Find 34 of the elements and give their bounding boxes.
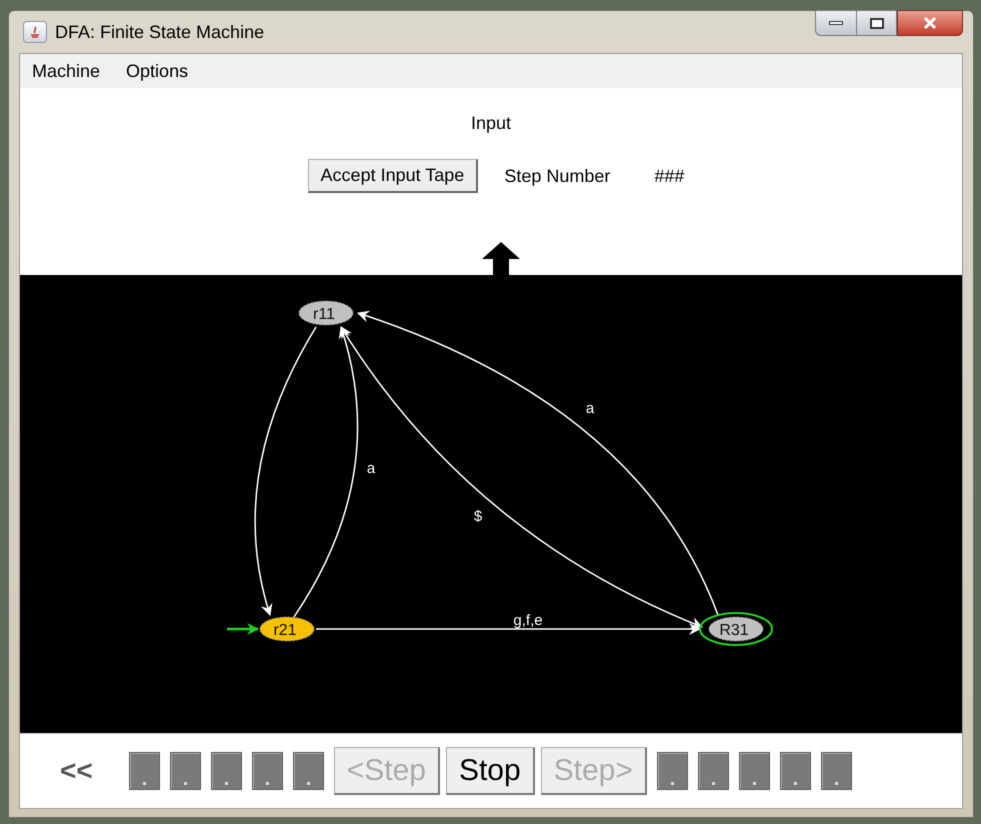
state-label: r11 xyxy=(313,306,335,323)
tape-cell xyxy=(128,752,160,790)
tape-cell xyxy=(738,752,770,790)
window-title: DFA: Finite State Machine xyxy=(55,20,264,44)
transition-label: a xyxy=(366,460,376,477)
step-number-label: Step Number xyxy=(504,164,610,188)
state-label: R31 xyxy=(719,622,749,639)
transition-label: $ xyxy=(474,508,482,525)
close-icon xyxy=(922,16,938,30)
transition-label: g,f,e xyxy=(513,612,543,629)
tape-cell xyxy=(780,752,811,790)
menu-item[interactable]: Machine xyxy=(32,58,100,84)
state-node[interactable] xyxy=(260,616,314,642)
step-control-button[interactable]: Stop xyxy=(446,747,535,795)
transition-label: a xyxy=(586,400,594,417)
tape-cell xyxy=(252,752,283,790)
input-label: Input xyxy=(470,112,512,135)
maximize-button[interactable] xyxy=(857,10,897,36)
step-number-value: ### xyxy=(654,164,684,188)
state-node[interactable] xyxy=(699,612,773,646)
tape-cell xyxy=(656,752,688,790)
state-node[interactable] xyxy=(298,300,354,326)
close-button[interactable] xyxy=(897,10,963,36)
menu-item[interactable]: Options xyxy=(126,58,188,84)
rewind-label[interactable]: << xyxy=(60,750,93,792)
minimize-button[interactable] xyxy=(815,10,857,36)
app-icon xyxy=(23,21,47,43)
accept-input-tape-button[interactable]: Accept Input Tape xyxy=(308,159,478,193)
tape-cell xyxy=(698,752,729,790)
state-label: r21 xyxy=(273,622,297,639)
tape-cell xyxy=(210,752,242,790)
tape-cell xyxy=(292,752,324,790)
tape-cell xyxy=(170,752,201,790)
tape-cell xyxy=(820,752,852,790)
